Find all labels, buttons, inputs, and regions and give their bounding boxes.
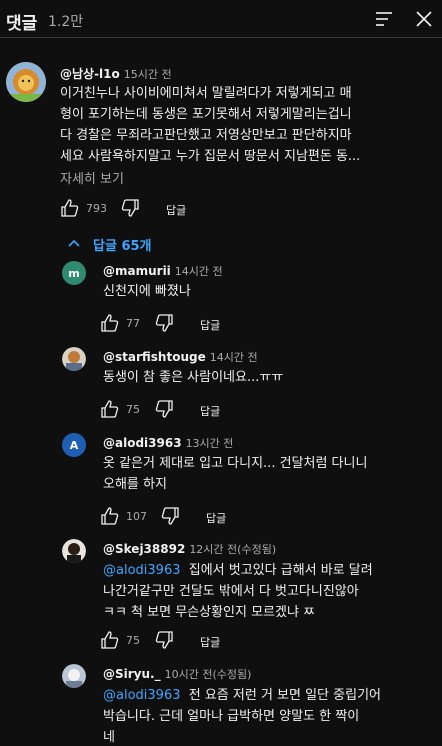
reply-author[interactable]: @Skej38892 12시간 전(수정됨) xyxy=(103,541,276,557)
comments-count: 1.2만 xyxy=(48,14,84,30)
reply-button[interactable]: 답글 xyxy=(200,403,220,419)
comments-title: 댓글 xyxy=(6,14,38,34)
like-icon[interactable] xyxy=(100,506,120,526)
like-count: 793 xyxy=(86,202,107,215)
reply-line: ㅋㅋ 척 보면 무슨상황인지 모르겠냐 ㅉ xyxy=(103,605,316,620)
reply-line: 나간거같구만 건달도 밖에서 다 벗고다니진않아 xyxy=(103,584,359,599)
like-icon[interactable] xyxy=(100,313,120,333)
reply-body: 동생이 참 좋은 사람이네요...ㅠㅠ xyxy=(103,367,283,388)
chevron-up-icon xyxy=(68,239,80,247)
reply-author[interactable]: @starfishtouge 14시간 전 xyxy=(103,349,258,365)
comment-body: 이거친누나 사이비에미쳐서 말릴려다가 저렇게되고 매 형이 포기하는데 동생은… xyxy=(60,83,360,167)
reply-line: 신천지에 빠졌나 xyxy=(103,284,191,299)
close-icon[interactable] xyxy=(414,9,434,29)
comment-line: 형이 포기하는데 동생은 포기못해서 저렇게말리는겁니 xyxy=(60,107,352,122)
comment-time: 15시간 전 xyxy=(123,68,172,81)
dislike-icon[interactable] xyxy=(154,630,174,650)
reply-line: 동생이 참 좋은 사람이네요...ㅠㅠ xyxy=(103,370,284,385)
reply-actions: 107 답글 xyxy=(100,506,300,526)
dislike-icon[interactable] xyxy=(160,506,180,526)
reply-time: 12시간 전(수정됨) xyxy=(189,543,277,556)
reply-button[interactable]: 답글 xyxy=(200,634,220,650)
avatar[interactable] xyxy=(62,347,86,371)
avatar[interactable] xyxy=(62,539,86,563)
reply-author[interactable]: @mamurii 14시간 전 xyxy=(103,263,223,279)
avatar[interactable]: m xyxy=(62,261,86,285)
reply-button[interactable]: 답글 xyxy=(206,510,226,526)
reply-line: 네 xyxy=(103,730,115,745)
comment-line: 세요 사람욕하지말고 누가 집문서 땅문서 지남편돈 동... xyxy=(60,149,361,164)
reply-body: @alodi3963 전 요즘 저런 거 보면 일단 중립기어 박습니다. 근데… xyxy=(103,685,381,746)
comment-actions: 793 답글 xyxy=(60,198,260,218)
avatar[interactable] xyxy=(62,664,86,688)
dislike-icon[interactable] xyxy=(154,313,174,333)
reply-line: 옷 같은거 제대로 입고 다니지... 건달처럼 다니니 xyxy=(103,456,368,471)
avatar[interactable] xyxy=(6,62,46,102)
reply-line: 집에서 벗고있다 급해서 바로 달려 xyxy=(188,563,373,578)
dislike-icon[interactable] xyxy=(154,399,174,419)
like-icon[interactable] xyxy=(100,399,120,419)
mention-link[interactable]: @alodi3963 xyxy=(103,688,180,703)
comment-line: 다 경찰은 무죄라고판단했고 저영상만보고 판단하지마 xyxy=(60,128,352,143)
reply-line: 전 요즘 저런 거 보면 일단 중립기어 xyxy=(188,688,381,703)
like-count: 77 xyxy=(126,317,140,330)
reply-actions: 75 답글 xyxy=(100,630,300,650)
reply-actions: 75 답글 xyxy=(100,399,300,419)
like-icon[interactable] xyxy=(60,198,80,218)
lion-avatar-icon xyxy=(6,62,46,102)
reply-author[interactable]: @alodi3963 13시간 전 xyxy=(103,435,233,451)
avatar[interactable]: A xyxy=(62,433,86,457)
reply-button[interactable]: 답글 xyxy=(166,202,186,218)
reply-actions: 77 답글 xyxy=(100,313,300,333)
like-count: 107 xyxy=(126,510,147,523)
reply-line: 오해를 하지 xyxy=(103,477,167,492)
person-avatar-icon xyxy=(62,539,86,563)
starfish-avatar-icon xyxy=(62,347,86,371)
reply-body: 옷 같은거 제대로 입고 다니지... 건달처럼 다니니 오해를 하지 xyxy=(103,453,367,495)
dislike-icon[interactable] xyxy=(120,198,140,218)
reply-body: 신천지에 빠졌나 xyxy=(103,281,191,302)
read-more-link[interactable]: 자세히 보기 xyxy=(60,168,124,187)
sort-icon[interactable] xyxy=(374,9,394,29)
replies-count: 답글 65개 xyxy=(93,239,152,254)
comment-line: 이거친누나 사이비에미쳐서 말릴려다가 저렇게되고 매 xyxy=(60,86,352,101)
like-count: 75 xyxy=(126,403,140,416)
like-count: 75 xyxy=(126,634,140,647)
reply-time: 13시간 전 xyxy=(185,437,234,450)
person-avatar-icon xyxy=(62,664,86,688)
like-icon[interactable] xyxy=(100,630,120,650)
reply-button[interactable]: 답글 xyxy=(200,317,220,333)
comments-header: 댓글 1.2만 xyxy=(0,0,442,38)
reply-time: 14시간 전 xyxy=(174,265,223,278)
reply-line: 박습니다. 근데 얼마나 급박하면 양말도 한 짝이 xyxy=(103,709,360,724)
reply-time: 14시간 전 xyxy=(209,351,258,364)
reply-time: 10시간 전(수정됨) xyxy=(164,668,252,681)
comment-author[interactable]: @남상-l1o 15시간 전 xyxy=(60,65,172,82)
mention-link[interactable]: @alodi3963 xyxy=(103,563,180,578)
reply-author[interactable]: @Siryu._ 10시간 전(수정됨) xyxy=(103,666,251,682)
reply-body: @alodi3963 집에서 벗고있다 급해서 바로 달려 나간거같구만 건달도… xyxy=(103,560,373,623)
